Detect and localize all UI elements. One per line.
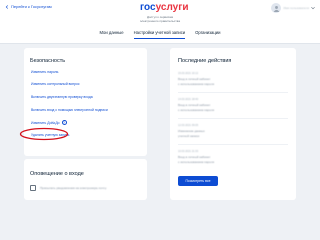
email-notification-checkbox[interactable]	[30, 185, 36, 191]
activity-date: 15.03.2021 10:12	[178, 72, 199, 75]
chevron-down-icon[interactable]	[311, 6, 315, 10]
activity-entry: 10.03.2021 21:33 Вход в личный кабинет с…	[178, 150, 214, 164]
activity-divider	[178, 144, 288, 145]
highlight-ellipse	[19, 127, 69, 141]
activity-text-secondary: учетной записи	[178, 134, 200, 138]
activity-divider	[178, 118, 288, 119]
activity-text: Вход в личный кабинет	[178, 103, 211, 107]
activity-date: 12.03.2021 09:05	[178, 124, 199, 127]
activity-text: Изменение данных	[178, 129, 205, 133]
enable-esignature-login-link[interactable]: Включить вход с помощью электронной подп…	[31, 108, 108, 112]
tab-account-settings[interactable]: Настройки учетной записи	[133, 29, 186, 39]
settings-tabs: Мои данные Настройки учетной записи Орга…	[0, 29, 320, 39]
activity-text: Вход в личный кабинет	[178, 77, 211, 81]
activity-text-secondary: с использованием пароля	[178, 82, 215, 86]
activity-entry: 15.03.2021 10:12 Вход в личный кабинет с…	[178, 72, 214, 86]
change-password-link[interactable]: Изменить пароль	[31, 70, 58, 74]
user-menu[interactable]: Имя пользователя	[271, 3, 315, 13]
tab-my-data[interactable]: Мои данные	[100, 29, 124, 39]
activity-divider	[178, 92, 288, 93]
avatar[interactable]	[271, 3, 282, 13]
logo-subtitle: Доступ к сервисам электронного правитель…	[138, 15, 182, 23]
activity-date: 14.03.2021 18:40	[178, 98, 199, 101]
activity-text-secondary: с использованием пароля	[178, 160, 215, 164]
tab-organizations[interactable]: Организации	[195, 29, 220, 39]
top-header: Перейти к Госуслугам госуслуги Доступ к …	[0, 0, 320, 44]
enable-two-step-label: Включить двухэтапную проверку входа	[31, 95, 93, 99]
back-to-gosuslugi-link[interactable]: Перейти к Госуслугам	[5, 4, 52, 9]
header-divider	[0, 43, 320, 44]
activity-date: 10.03.2021 21:33	[178, 150, 199, 153]
change-security-question-label: Изменить контрольный вопрос	[31, 82, 80, 86]
logo-part-2: услуги	[155, 2, 189, 13]
email-notification-label: Присылать уведомления на электронную поч…	[40, 186, 107, 190]
logo-part-1: гос	[140, 2, 156, 13]
recent-activity-title: Последние действия	[178, 58, 232, 64]
enable-esignature-login-label: Включить вход с помощью электронной подп…	[31, 108, 108, 112]
activity-entry: 12.03.2021 09:05 Изменение данных учетно…	[178, 124, 205, 138]
email-notification-option[interactable]: Присылать уведомления на электронную поч…	[30, 185, 106, 191]
back-link-label: Перейти к Госуслугам	[11, 4, 52, 9]
login-notification-title: Оповещение о входе	[30, 171, 84, 177]
activity-text: Вход в личный кабинет	[178, 155, 211, 159]
view-all-button[interactable]: Посмотреть все	[178, 176, 218, 186]
security-title: Безопасность	[30, 58, 66, 64]
subtitle-line-2: электронного правительства	[139, 19, 180, 23]
change-dokido-link[interactable]: Изменить ДоКиДо ?	[31, 120, 67, 125]
recent-activity-card: Последние действия 15.03.2021 10:12 Вход…	[170, 48, 296, 200]
change-password-label: Изменить пароль	[31, 70, 59, 74]
chevron-left-icon	[5, 4, 9, 9]
user-icon	[273, 5, 280, 12]
activity-entry: 14.03.2021 18:40 Вход в личный кабинет с…	[178, 98, 214, 112]
gosuslugi-logo[interactable]: госуслуги	[140, 2, 189, 13]
enable-two-step-link[interactable]: Включить двухэтапную проверку входа	[31, 95, 93, 99]
change-dokido-label: Изменить ДоКиДо	[31, 120, 60, 125]
user-name: Имя пользователя	[283, 6, 309, 10]
change-security-question-link[interactable]: Изменить контрольный вопрос	[31, 82, 80, 86]
activity-text-secondary: с использованием пароля	[178, 108, 215, 112]
login-notification-card: Оповещение о входе Присылать уведомления…	[24, 159, 147, 200]
help-icon[interactable]: ?	[61, 120, 67, 125]
